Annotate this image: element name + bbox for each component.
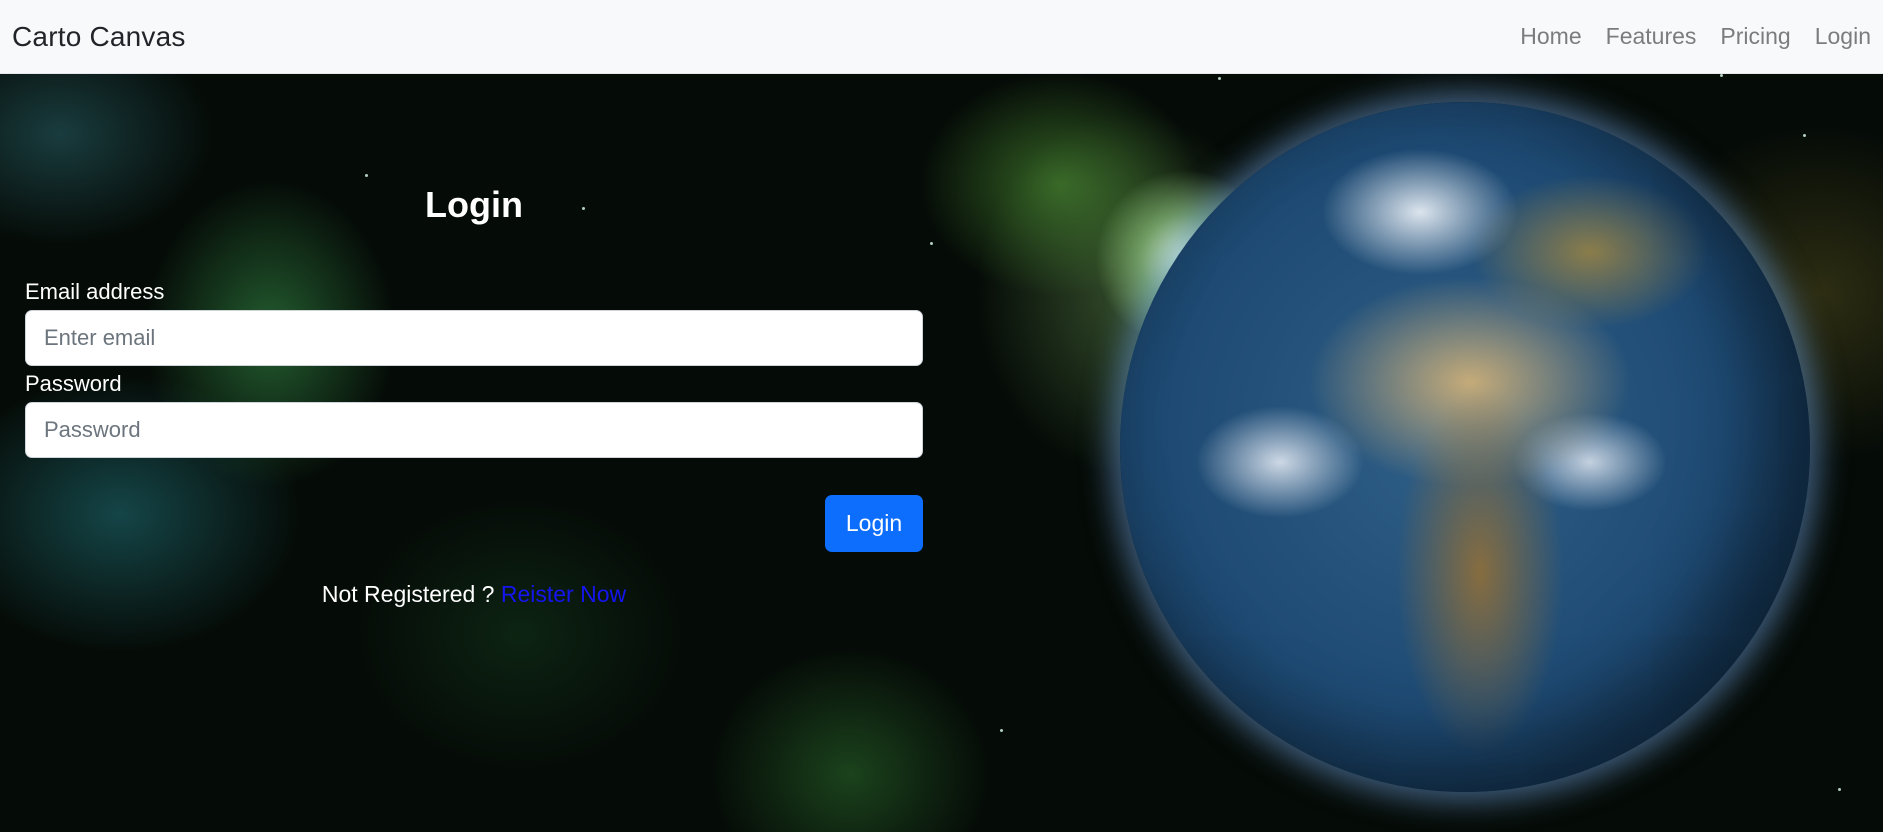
star-decoration	[1803, 134, 1806, 137]
nav-link-pricing[interactable]: Pricing	[1708, 23, 1802, 50]
star-decoration	[1838, 788, 1841, 791]
login-submit-button[interactable]: Login	[825, 495, 923, 552]
star-decoration	[1000, 729, 1003, 732]
nav-links: Home Features Pricing Login	[1508, 23, 1871, 50]
login-title: Login	[425, 184, 523, 225]
earth-image	[1120, 102, 1810, 792]
nav-link-login[interactable]: Login	[1803, 23, 1871, 50]
top-navbar: Carto Canvas Home Features Pricing Login	[0, 0, 1883, 74]
register-now-link[interactable]: Reister Now	[501, 581, 626, 607]
nav-link-features[interactable]: Features	[1594, 23, 1709, 50]
password-input[interactable]	[25, 402, 923, 458]
email-input[interactable]	[25, 310, 923, 366]
register-prompt-text: Not Registered ?	[321, 581, 495, 607]
star-decoration	[365, 174, 368, 177]
brand-logo-text[interactable]: Carto Canvas	[12, 21, 186, 53]
register-prompt: Not Registered ? Reister Now	[25, 581, 923, 608]
star-decoration	[930, 242, 933, 245]
password-label: Password	[25, 371, 122, 396]
email-label: Email address	[25, 279, 165, 304]
nav-link-home[interactable]: Home	[1508, 23, 1593, 50]
star-decoration	[1720, 74, 1723, 77]
star-decoration	[1218, 77, 1221, 80]
